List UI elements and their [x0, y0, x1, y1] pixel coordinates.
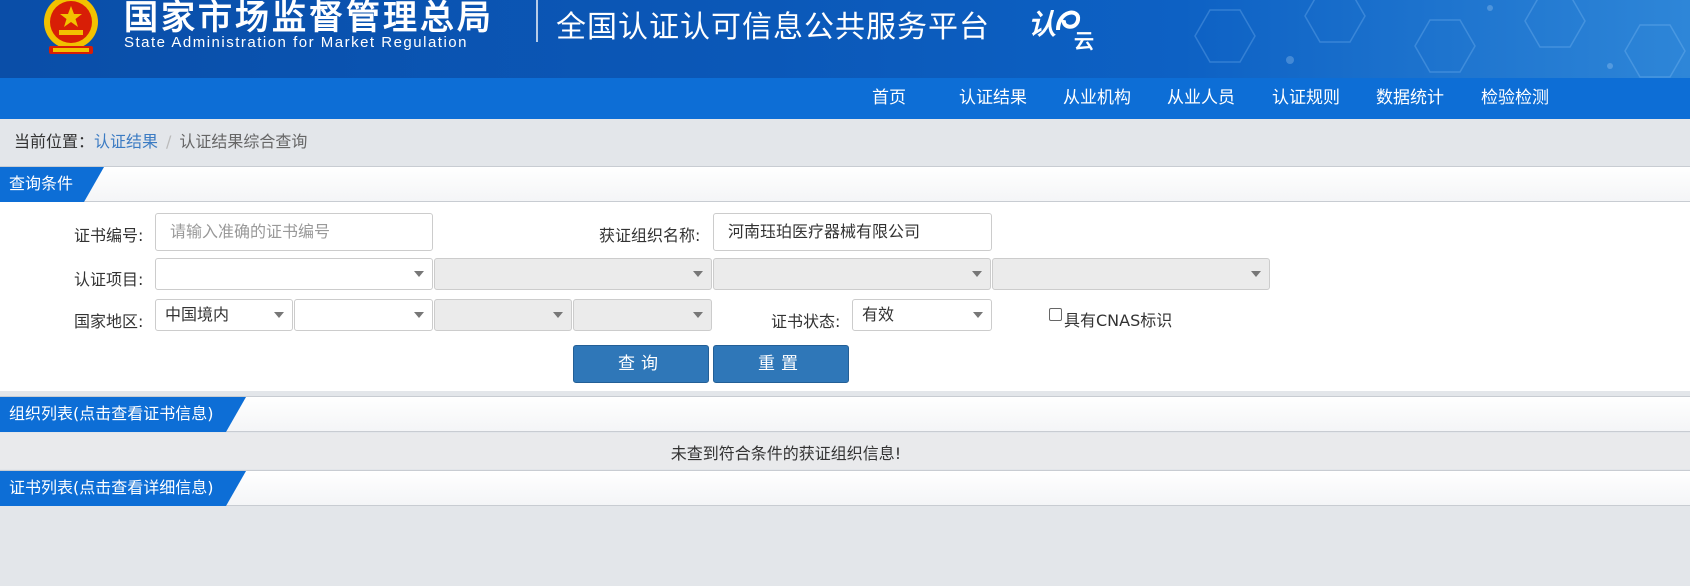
org-name-input[interactable]: 河南珏珀医疗器械有限公司: [713, 213, 992, 251]
nav-item-institutions[interactable]: 从业机构: [1063, 78, 1131, 119]
renyun-logo: 认 云: [1028, 8, 1094, 52]
chevron-down-icon: [972, 271, 982, 277]
chevron-down-icon: [414, 312, 424, 318]
agency-name-en: State Administration for Market Regulati…: [124, 34, 468, 51]
header-divider: [536, 0, 538, 42]
region-select-2[interactable]: [294, 299, 433, 331]
nav-item-inspection[interactable]: 检验检测: [1481, 78, 1549, 119]
chevron-down-icon: [693, 312, 703, 318]
cert-list-section-title: 证书列表(点击查看详细信息): [0, 471, 246, 506]
chevron-down-icon: [973, 312, 983, 318]
cert-list-section-header: 证书列表(点击查看详细信息): [0, 470, 1690, 506]
nav-item-rules[interactable]: 认证规则: [1272, 78, 1340, 119]
org-list-section-title: 组织列表(点击查看证书信息): [0, 397, 246, 432]
breadcrumb-prefix: 当前位置：: [14, 132, 95, 151]
breadcrumb-link-cert-results[interactable]: 认证结果: [94, 132, 158, 151]
region-select-4[interactable]: [573, 299, 712, 331]
project-select-2[interactable]: [434, 258, 712, 290]
org-list-empty-message: 未查到符合条件的获证组织信息!: [670, 444, 902, 463]
site-header: 国家市场监督管理总局 State Administration for Mark…: [0, 0, 1690, 78]
chevron-down-icon: [1251, 271, 1261, 277]
svg-text:云: 云: [1074, 29, 1094, 52]
national-emblem-icon: [44, 0, 98, 54]
nav-item-cert-results[interactable]: 认证结果: [959, 78, 1027, 119]
status-select[interactable]: 有效: [852, 299, 992, 331]
region-select-3[interactable]: [434, 299, 572, 331]
cnas-label: 具有CNAS标识: [1064, 311, 1173, 330]
project-select-4[interactable]: [992, 258, 1270, 290]
chevron-down-icon: [274, 312, 284, 318]
reset-button[interactable]: 重置: [713, 345, 849, 383]
svg-text:认: 认: [1028, 8, 1056, 41]
cert-no-label: 证书编号:: [74, 226, 144, 245]
cert-no-input[interactable]: 请输入准确的证书编号: [155, 213, 433, 251]
chevron-down-icon: [693, 271, 703, 277]
project-select-1[interactable]: [155, 258, 433, 290]
query-section-title: 查询条件: [0, 167, 104, 202]
main-nav: 首页 认证结果 从业机构 从业人员 认证规则 数据统计 检验检测: [0, 78, 1690, 119]
breadcrumb-separator: /: [166, 132, 172, 151]
project-label: 认证项目:: [74, 270, 144, 289]
status-label: 证书状态:: [771, 312, 841, 331]
cnas-checkbox[interactable]: [1049, 308, 1062, 321]
org-list-section-header: 组织列表(点击查看证书信息): [0, 396, 1690, 432]
breadcrumb: 当前位置：认证结果 / 认证结果综合查询: [14, 128, 307, 152]
chevron-down-icon: [553, 312, 563, 318]
project-select-3[interactable]: [713, 258, 991, 290]
org-name-label: 获证组织名称:: [599, 226, 701, 245]
breadcrumb-current: 认证结果综合查询: [179, 132, 308, 151]
hexagon-pattern: [1194, 0, 1686, 78]
nav-item-statistics[interactable]: 数据统计: [1376, 78, 1444, 119]
platform-title: 全国认证认可信息公共服务平台: [556, 10, 990, 45]
nav-item-home[interactable]: 首页: [872, 78, 906, 119]
region-select-1[interactable]: 中国境内: [155, 299, 293, 331]
nav-item-personnel[interactable]: 从业人员: [1167, 78, 1235, 119]
query-section-header: 查询条件: [0, 166, 1690, 202]
search-button[interactable]: 查询: [573, 345, 709, 383]
region-label: 国家地区:: [74, 312, 144, 331]
chevron-down-icon: [414, 271, 424, 277]
